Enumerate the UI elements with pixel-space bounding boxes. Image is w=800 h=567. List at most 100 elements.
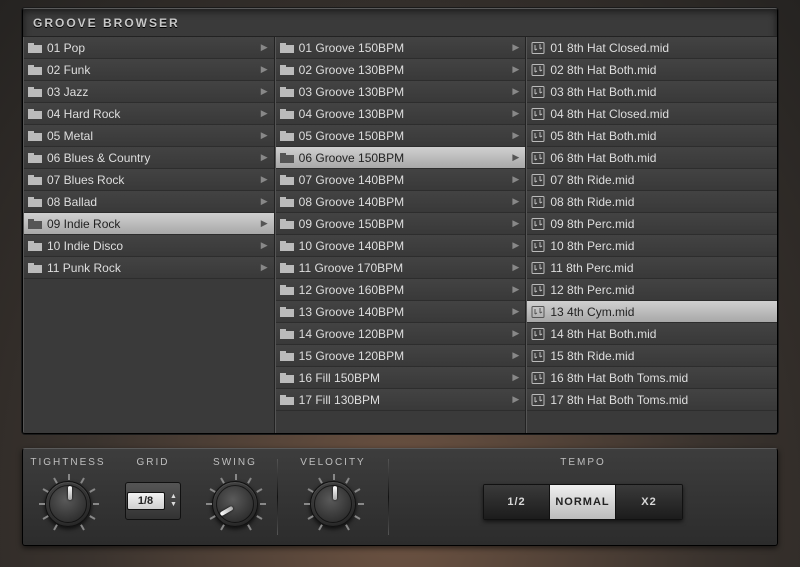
file-row[interactable]: 03 8th Hat Both.mid [527, 81, 777, 103]
row-label: 07 Groove 140BPM [299, 173, 404, 187]
folder-icon [280, 130, 294, 142]
file-row[interactable]: 08 8th Ride.mid [527, 191, 777, 213]
folder-icon [28, 196, 42, 208]
tightness-knob[interactable] [45, 481, 91, 527]
folder-row[interactable]: 11 Punk Rock▶ [24, 257, 274, 279]
tightness-label: TIGHTNESS [30, 457, 105, 468]
browser-columns: 01 Pop▶02 Funk▶03 Jazz▶04 Hard Rock▶05 M… [23, 36, 777, 433]
row-label: 03 8th Hat Both.mid [550, 85, 656, 99]
file-row[interactable]: 09 8th Perc.mid [527, 213, 777, 235]
folder-row[interactable]: 02 Funk▶ [24, 59, 274, 81]
folder-row[interactable]: 02 Groove 130BPM ▶ [276, 59, 526, 81]
file-row[interactable]: 17 8th Hat Both Toms.mid [527, 389, 777, 411]
folder-row[interactable]: 17 Fill 130BPM ▶ [276, 389, 526, 411]
folder-row[interactable]: 03 Jazz▶ [24, 81, 274, 103]
folder-row[interactable]: 08 Groove 140BPM▶ [276, 191, 526, 213]
row-label: 10 8th Perc.mid [550, 239, 634, 253]
folder-row[interactable]: 14 Groove 120BPM▶ [276, 323, 526, 345]
chevron-right-icon: ▶ [512, 394, 519, 405]
folder-row[interactable]: 10 Groove 140BPM▶ [276, 235, 526, 257]
folder-row[interactable]: 06 Blues & Country▶ [24, 147, 274, 169]
folder-icon [280, 350, 294, 362]
tempo-button-normal[interactable]: NORMAL [550, 485, 616, 519]
midi-file-icon [531, 350, 545, 362]
folder-icon [280, 262, 294, 274]
folder-icon [280, 174, 294, 186]
folder-row[interactable]: 13 Groove 140BPM▶ [276, 301, 526, 323]
folder-row[interactable]: 01 Pop▶ [24, 37, 274, 59]
folder-row[interactable]: 05 Metal▶ [24, 125, 274, 147]
swing-knob[interactable] [212, 481, 258, 527]
file-row[interactable]: 16 8th Hat Both Toms.mid [527, 367, 777, 389]
midi-file-icon [531, 394, 545, 406]
velocity-label: VELOCITY [300, 457, 365, 468]
row-label: 06 8th Hat Both.mid [550, 151, 656, 165]
chevron-right-icon: ▶ [261, 218, 268, 229]
velocity-knob[interactable] [310, 481, 356, 527]
file-row[interactable]: 13 4th Cym.mid [527, 301, 777, 323]
folder-row[interactable]: 06 Groove 150BPM▶ [276, 147, 526, 169]
file-row[interactable]: 12 8th Perc.mid [527, 279, 777, 301]
file-row[interactable]: 05 8th Hat Both.mid [527, 125, 777, 147]
midi-file-icon [531, 218, 545, 230]
row-label: 17 8th Hat Both Toms.mid [550, 393, 688, 407]
tempo-button-x2[interactable]: X2 [616, 485, 682, 519]
folder-row[interactable]: 15 Groove 120BPM ▶ [276, 345, 526, 367]
file-row[interactable]: 11 8th Perc.mid [527, 257, 777, 279]
tempo-button-12[interactable]: 1/2 [484, 485, 550, 519]
file-row[interactable]: 07 8th Ride.mid [527, 169, 777, 191]
folder-row[interactable]: 05 Groove 150BPM▶ [276, 125, 526, 147]
row-label: 17 Fill 130BPM [299, 393, 380, 407]
chevron-right-icon: ▶ [512, 350, 519, 361]
chevron-right-icon: ▶ [261, 64, 268, 75]
midi-file-icon [531, 130, 545, 142]
grid-up-icon[interactable]: ▲ [168, 493, 180, 501]
chevron-right-icon: ▶ [261, 108, 268, 119]
row-label: 05 Groove 150BPM [299, 129, 404, 143]
browser-column-genre[interactable]: 01 Pop▶02 Funk▶03 Jazz▶04 Hard Rock▶05 M… [23, 37, 275, 433]
row-label: 07 8th Ride.mid [550, 173, 634, 187]
browser-column-groove[interactable]: 01 Groove 150BPM▶ 02 Groove 130BPM ▶ 03 Gro… [275, 37, 527, 433]
row-label: 05 Metal [47, 129, 93, 143]
folder-row[interactable]: 08 Ballad▶ [24, 191, 274, 213]
chevron-right-icon: ▶ [512, 196, 519, 207]
tempo-label: TEMPO [560, 457, 606, 468]
midi-file-icon [531, 152, 545, 164]
folder-row[interactable]: 12 Groove 160BPM▶ [276, 279, 526, 301]
grid-stepper[interactable]: 1/8 ▲ ▼ [125, 482, 181, 520]
chevron-right-icon: ▶ [512, 372, 519, 383]
folder-icon [280, 86, 294, 98]
folder-row[interactable]: 09 Groove 150BPM▶ [276, 213, 526, 235]
folder-row[interactable]: 04 Groove 130BPM▶ [276, 103, 526, 125]
folder-row[interactable]: 09 Indie Rock▶ [24, 213, 274, 235]
row-label: 09 8th Perc.mid [550, 217, 634, 231]
folder-row[interactable]: 04 Hard Rock▶ [24, 103, 274, 125]
folder-row[interactable]: 07 Blues Rock▶ [24, 169, 274, 191]
folder-icon [28, 108, 42, 120]
file-row[interactable]: 10 8th Perc.mid [527, 235, 777, 257]
file-row[interactable]: 14 8th Hat Both.mid [527, 323, 777, 345]
midi-file-icon [531, 328, 545, 340]
file-row[interactable]: 02 8th Hat Both.mid [527, 59, 777, 81]
grid-down-icon[interactable]: ▼ [168, 501, 180, 509]
folder-row[interactable]: 01 Groove 150BPM▶ [276, 37, 526, 59]
folder-row[interactable]: 03 Groove 130BPM▶ [276, 81, 526, 103]
file-row[interactable]: 15 8th Ride.mid [527, 345, 777, 367]
folder-row[interactable]: 10 Indie Disco▶ [24, 235, 274, 257]
velocity-knob-ring [303, 474, 363, 534]
chevron-right-icon: ▶ [261, 262, 268, 273]
folder-row[interactable]: 16 Fill 150BPM▶ [276, 367, 526, 389]
folder-icon [280, 196, 294, 208]
grid-label: GRID [137, 457, 170, 468]
file-row[interactable]: 04 8th Hat Closed.mid [527, 103, 777, 125]
file-row[interactable]: 06 8th Hat Both.mid [527, 147, 777, 169]
file-row[interactable]: 01 8th Hat Closed.mid [527, 37, 777, 59]
row-label: 15 Groove 120BPM [299, 349, 404, 363]
folder-row[interactable]: 07 Groove 140BPM▶ [276, 169, 526, 191]
row-label: 07 Blues Rock [47, 173, 124, 187]
folder-row[interactable]: 11 Groove 170BPM▶ [276, 257, 526, 279]
chevron-right-icon: ▶ [512, 64, 519, 75]
browser-column-file[interactable]: 01 8th Hat Closed.mid02 8th Hat Both.mid… [526, 37, 777, 433]
midi-file-icon [531, 372, 545, 384]
row-label: 02 Groove 130BPM [299, 63, 404, 77]
